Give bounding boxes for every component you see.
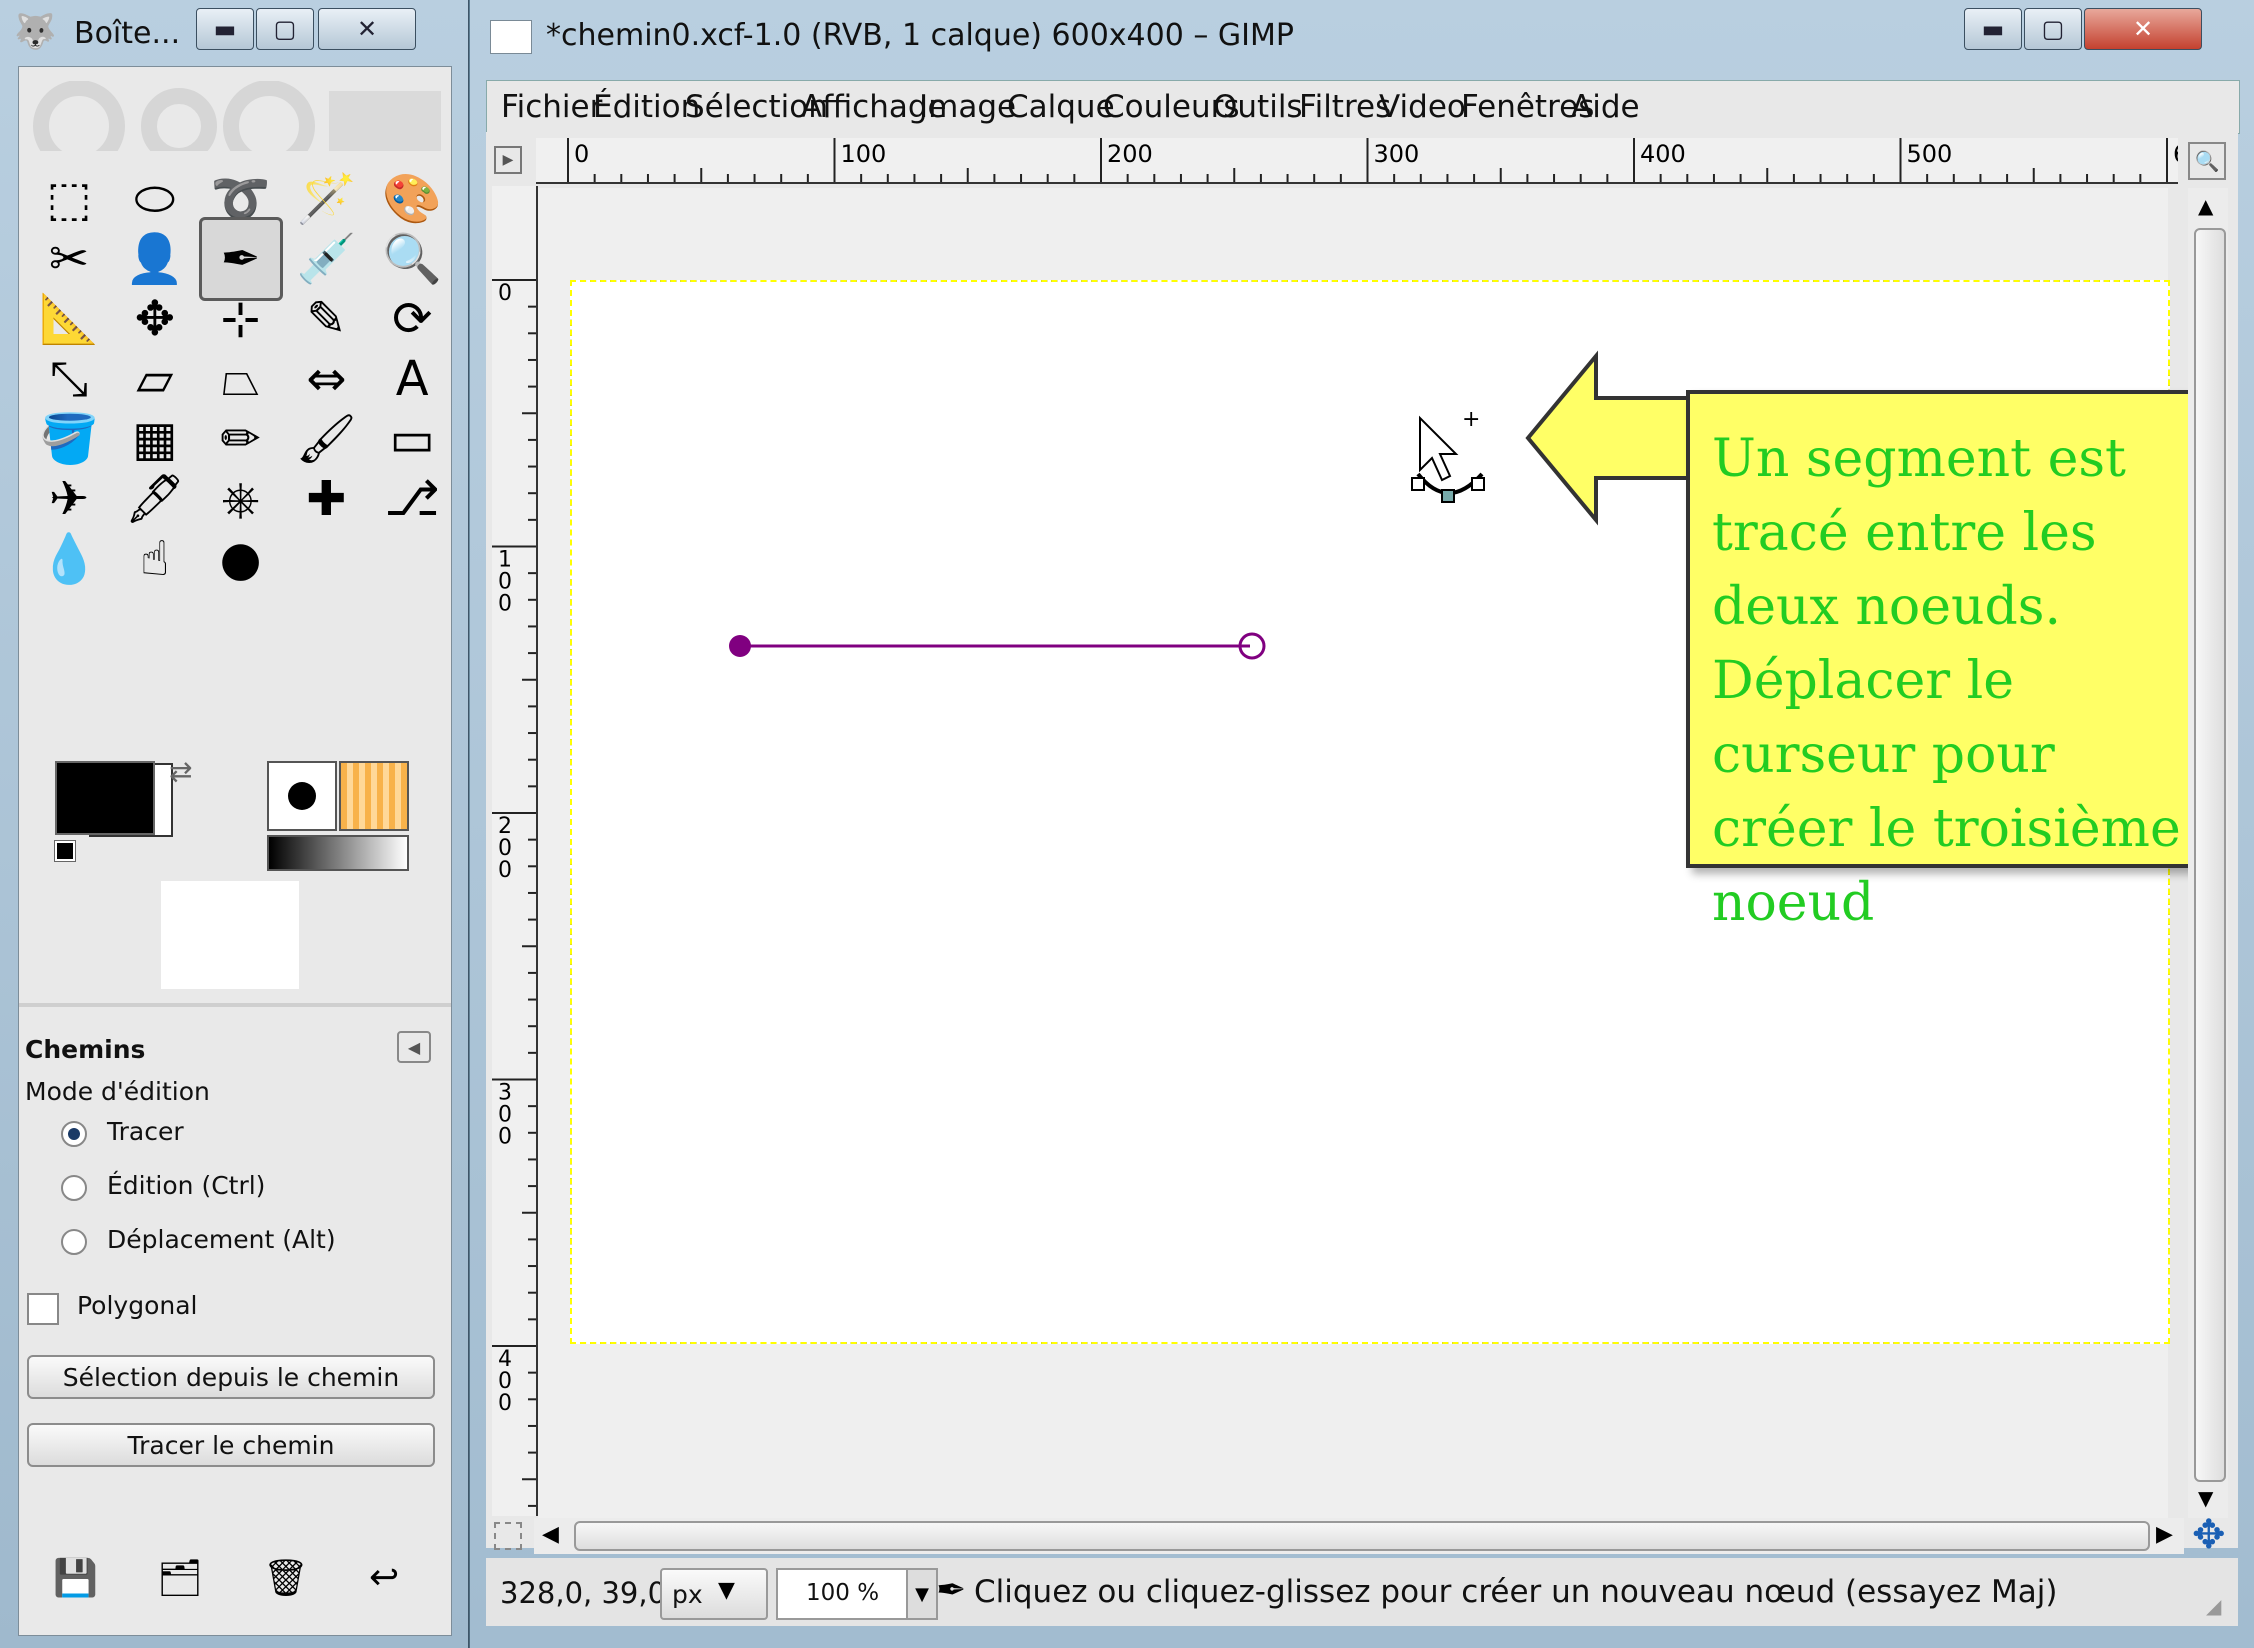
toolbox-titlebar: 🐺 Boîte... ▬ ▢ ✕ [0,0,468,66]
tool-grid: ⬚ ⬭ ➰ 🪄 🎨 ✂ 👤 ✒ 💉 🔍 📐 ✥ ⊹ ✎ ⟳ ⤡ ▱ ⏢ ⇔ A 🪣 ▦ ✏ 🖌 ▭ ✈ 🖋 ⎈ ✚ ⎇ 💧 ☝ ● [19,157,451,777]
chevron-down-icon: ▼ [718,1578,735,1603]
selection-from-path-button[interactable]: Sélection depuis le chemin [27,1355,435,1399]
delete-options-icon[interactable]: 🗑 [263,1557,309,1599]
canvas-viewport[interactable]: + Un segment est tracé entre les deux no… [538,188,2206,1518]
hruler-label: 0 [574,140,589,168]
brush-preview[interactable] [267,761,337,831]
radio-deplacement[interactable] [61,1229,87,1255]
restore-options-icon[interactable]: 🗂 [157,1557,203,1599]
status-bar: 328,0, 39,0 px ▼ 100 % ▼ ✒ Cliquez ou cl… [486,1558,2238,1626]
radio-tracer[interactable] [61,1121,87,1147]
wilber-banner [29,80,441,172]
vruler-label: 0 [498,858,512,883]
vruler-label: 0 [498,281,512,306]
image-preview [161,881,299,989]
default-colors-icon[interactable] [54,840,76,862]
gradient-preview[interactable] [267,835,409,871]
toolbox-panel: ⬚ ⬭ ➰ 🪄 🎨 ✂ 👤 ✒ 💉 🔍 📐 ✥ ⊹ ✎ ⟳ ⤡ ▱ ⏢ ⇔ A 🪣 ▦ ✏ 🖌 ▭ ✈ 🖋 ⎈ ✚ ⎇ 💧 ☝ ● ⇄ Chem… [18,66,452,1636]
hruler-label: 6 [2173,140,2178,168]
vertical-ruler: 0100200300400 [492,186,538,1516]
scroll-up-icon[interactable]: ▲ [2198,194,2213,218]
zoom-fit-button[interactable]: 🔍 [2188,142,2226,180]
menu-filtres[interactable]: Filtres [1299,89,1391,125]
main-maximize-button[interactable]: ▢ [2024,8,2082,50]
scroll-left-icon[interactable]: ◀ [542,1522,559,1547]
main-close-button[interactable]: ✕ [2084,8,2202,50]
zoom-dropdown-button[interactable]: ▼ [906,1568,938,1620]
mode-edition-label: Édition (Ctrl) [107,1171,266,1200]
horizontal-ruler: 0 100 200 300 400 500 6 [536,138,2188,184]
maximize-button[interactable]: ▢ [256,8,314,50]
foreground-color-swatch[interactable] [55,761,155,835]
zoom-field[interactable]: 100 % [776,1568,910,1620]
menu-bar: Fichier Édition Sélection Affichage Image Cal… [486,80,2240,134]
panel-menu-button[interactable]: ◀ [397,1031,431,1063]
main-minimize-button[interactable]: ▬ [1964,8,2022,50]
menu-aide[interactable]: Aide [1571,89,1640,125]
document-icon [490,20,532,54]
zoom-value: 100 % [806,1580,880,1606]
vruler-label: 0 [498,1125,512,1150]
toolbox-window: 🐺 Boîte... ▬ ▢ ✕ ⬚ ⬭ ➰ 🪄 🎨 ✂ 👤 ✒ 💉 🔍 📐 ✥ ⊹ ✎ ⟳ ⤡ ▱ ⏢ ⇔ A 🪣 ▦ ✏… [0,0,469,1648]
quick-mask-corner[interactable]: ▶ [486,138,530,182]
polygonal-label: Polygonal [77,1291,198,1320]
vruler-label: 0 [498,592,512,617]
vertical-scrollbar[interactable]: ▲ ▼ [2188,188,2228,1518]
divider [19,1003,451,1007]
menu-outils[interactable]: Outils [1213,89,1303,125]
scroll-right-icon[interactable]: ▶ [2156,1522,2173,1547]
callout-box: Un segment est tracé entre les deux noeu… [1686,390,2206,933]
menu-calque[interactable]: Calque [1007,89,1115,125]
horizontal-scrollbar[interactable]: ◀ ▶ [534,1518,2184,1554]
pattern-preview[interactable] [339,761,409,831]
hruler-label: 200 [1107,140,1153,168]
menu-video[interactable]: Video [1379,89,1466,125]
edit-mode-label: Mode d'édition [25,1077,210,1106]
canvas-area: ▶ 0 100 200 300 400 500 6 🔍 0 100 200 300 400 + [486,132,2238,1558]
tool-options-title: Chemins [25,1035,146,1064]
paths-tool-status-icon: ✒ [936,1570,967,1611]
unit-value: px [672,1580,703,1609]
window-title: *chemin0.xcf-1.0 (RVB, 1 calque) 600x400… [546,18,1294,53]
close-button[interactable]: ✕ [318,8,416,50]
navigation-move-icon[interactable]: ✥ [2192,1512,2226,1558]
navigate-icon[interactable] [486,1518,530,1554]
gimp-logo-icon: 🐺 [14,12,57,52]
mode-deplacement-label: Déplacement (Alt) [107,1225,336,1254]
scroll-down-icon[interactable]: ▼ [2198,1486,2213,1510]
save-options-icon[interactable]: 💾 [53,1557,98,1599]
reset-options-icon[interactable]: ↩ [369,1557,399,1598]
dodge-burn-tool-icon[interactable]: ● [199,517,283,601]
vruler-label: 0 [498,1391,512,1416]
hruler-label: 300 [1374,140,1420,168]
stroke-path-button[interactable]: Tracer le chemin [27,1423,435,1467]
heal-tool-icon[interactable]: ✚ [284,457,368,541]
hruler-label: 500 [1907,140,1953,168]
radio-edition[interactable] [61,1175,87,1201]
unit-select[interactable]: px ▼ [660,1568,768,1620]
horizontal-scroll-thumb[interactable] [574,1521,2150,1551]
path-anchor-start[interactable] [729,635,751,657]
hruler-label: 400 [1640,140,1686,168]
mode-tracer-label: Tracer [107,1117,184,1146]
smudge-tool-icon[interactable]: ☝ [113,517,197,601]
paths-cursor-icon: + [1411,407,1485,503]
minimize-button[interactable]: ▬ [196,8,254,50]
toolbox-title: Boîte... [74,16,181,51]
callout-text: Un segment est tracé entre les deux noeu… [1712,429,2181,933]
svg-text:+: + [1462,407,1480,432]
menu-fichier[interactable]: Fichier [501,89,602,125]
status-message: Cliquez ou cliquez-glissez pour créer un… [974,1574,2058,1610]
resize-grip-icon[interactable]: ◢ [2206,1594,2221,1618]
perspective-clone-tool-icon[interactable]: ⎇ [370,457,454,541]
blur-tool-icon[interactable]: 💧 [27,517,111,601]
callout-arrow [1525,350,1690,526]
swap-colors-icon[interactable]: ⇄ [169,755,192,788]
hruler-label: 100 [841,140,887,168]
menu-image[interactable]: Image [919,89,1016,125]
polygonal-checkbox[interactable] [27,1293,59,1325]
pointer-coordinates: 328,0, 39,0 [500,1576,667,1610]
vertical-scroll-thumb[interactable] [2194,228,2226,1482]
